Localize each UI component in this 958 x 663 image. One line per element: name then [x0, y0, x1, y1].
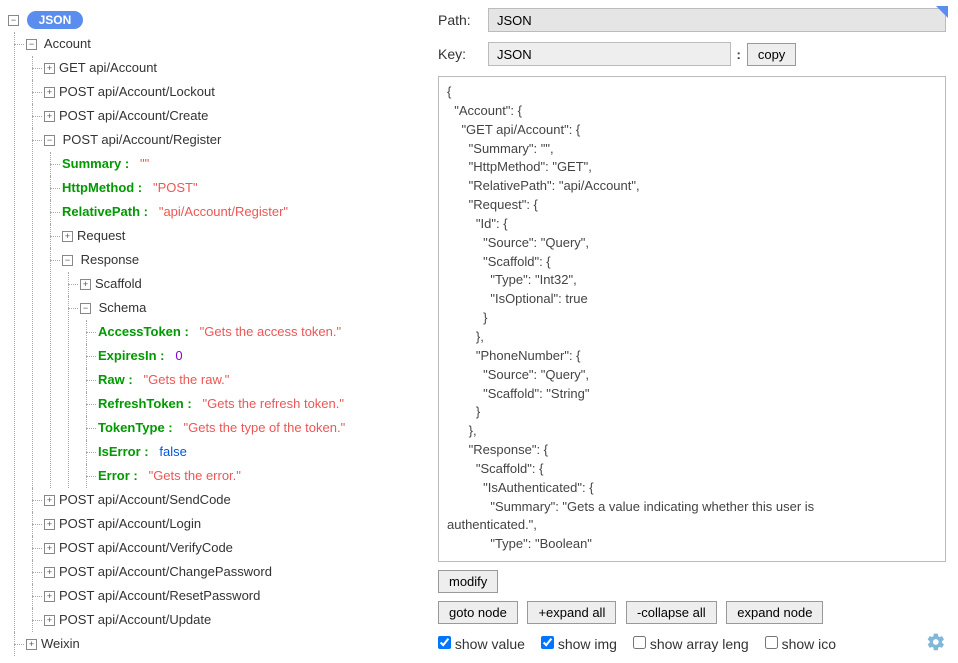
node-schema[interactable]: Schema [99, 300, 147, 315]
prop-key: TokenType : [98, 420, 173, 435]
node-endpoint[interactable]: POST api/Account/SendCode [59, 492, 231, 507]
show-img-option[interactable]: show img [541, 636, 617, 652]
prop-value: "Gets the refresh token." [203, 396, 344, 411]
expand-toggle-icon[interactable]: − [26, 39, 37, 50]
node-endpoint[interactable]: POST api/Account/Login [59, 516, 201, 531]
show-img-checkbox[interactable] [541, 636, 554, 649]
collapse-panel-icon[interactable] [936, 6, 948, 18]
prop-key: Summary : [62, 156, 129, 171]
expand-toggle-icon[interactable]: + [44, 495, 55, 506]
node-endpoint[interactable]: POST api/Account/Create [59, 108, 208, 123]
expand-node-button[interactable]: expand node [726, 601, 823, 624]
node-account[interactable]: Account [44, 36, 91, 51]
node-endpoint[interactable]: POST api/Account/ChangePassword [59, 564, 272, 579]
expand-toggle-icon[interactable]: + [26, 639, 37, 650]
expand-toggle-icon[interactable]: + [44, 615, 55, 626]
expand-toggle-icon[interactable]: + [44, 519, 55, 530]
show-ico-option[interactable]: show ico [765, 636, 836, 652]
prop-value: "Gets the error." [149, 468, 241, 483]
expand-toggle-icon[interactable]: − [62, 255, 73, 266]
expand-toggle-icon[interactable]: − [80, 303, 91, 314]
root-node[interactable]: JSON [27, 11, 84, 29]
goto-node-button[interactable]: goto node [438, 601, 518, 624]
key-label: Key: [438, 46, 488, 62]
node-endpoint[interactable]: POST api/Account/VerifyCode [59, 540, 233, 555]
show-array-leng-checkbox[interactable] [633, 636, 646, 649]
prop-value: 0 [175, 348, 182, 363]
expand-toggle-icon[interactable]: − [44, 135, 55, 146]
modify-button[interactable]: modify [438, 570, 498, 593]
colon-separator: : [737, 47, 741, 62]
prop-value: "Gets the raw." [144, 372, 230, 387]
expand-toggle-icon[interactable]: − [8, 15, 19, 26]
key-input[interactable] [488, 42, 731, 66]
prop-key: RefreshToken : [98, 396, 192, 411]
path-input[interactable] [488, 8, 946, 32]
show-array-leng-option[interactable]: show array leng [633, 636, 749, 652]
node-endpoint-register[interactable]: POST api/Account/Register [63, 132, 222, 147]
collapse-all-button[interactable]: -collapse all [626, 601, 717, 624]
prop-key: IsError : [98, 444, 149, 459]
prop-value: "api/Account/Register" [159, 204, 288, 219]
node-request[interactable]: Request [77, 228, 125, 243]
node-scaffold[interactable]: Scaffold [95, 276, 142, 291]
prop-key: ExpiresIn : [98, 348, 164, 363]
copy-button[interactable]: copy [747, 43, 796, 66]
prop-value: "" [140, 156, 149, 171]
prop-value: false [159, 444, 186, 459]
prop-key: AccessToken : [98, 324, 189, 339]
path-label: Path: [438, 12, 488, 28]
prop-key: Raw : [98, 372, 133, 387]
node-weixin[interactable]: Weixin [41, 636, 80, 651]
expand-toggle-icon[interactable]: + [44, 63, 55, 74]
node-endpoint[interactable]: POST api/Account/Update [59, 612, 211, 627]
expand-all-button[interactable]: +expand all [527, 601, 616, 624]
show-value-option[interactable]: show value [438, 636, 525, 652]
json-viewer[interactable]: { "Account": { "GET api/Account": { "Sum… [438, 76, 946, 562]
prop-key: Error : [98, 468, 138, 483]
expand-toggle-icon[interactable]: + [44, 87, 55, 98]
prop-value: "Gets the access token." [200, 324, 341, 339]
expand-toggle-icon[interactable]: + [62, 231, 73, 242]
expand-toggle-icon[interactable]: + [80, 279, 91, 290]
show-ico-checkbox[interactable] [765, 636, 778, 649]
node-endpoint[interactable]: POST api/Account/Lockout [59, 84, 215, 99]
prop-key: HttpMethod : [62, 180, 142, 195]
expand-toggle-icon[interactable]: + [44, 567, 55, 578]
expand-toggle-icon[interactable]: + [44, 543, 55, 554]
prop-value: "Gets the type of the token." [183, 420, 345, 435]
settings-button[interactable] [926, 632, 946, 655]
prop-key: RelativePath : [62, 204, 148, 219]
node-response[interactable]: Response [81, 252, 140, 267]
prop-value: "POST" [153, 180, 198, 195]
gear-icon [926, 632, 946, 652]
show-value-checkbox[interactable] [438, 636, 451, 649]
node-endpoint[interactable]: POST api/Account/ResetPassword [59, 588, 260, 603]
node-endpoint[interactable]: GET api/Account [59, 60, 157, 75]
expand-toggle-icon[interactable]: + [44, 591, 55, 602]
expand-toggle-icon[interactable]: + [44, 111, 55, 122]
